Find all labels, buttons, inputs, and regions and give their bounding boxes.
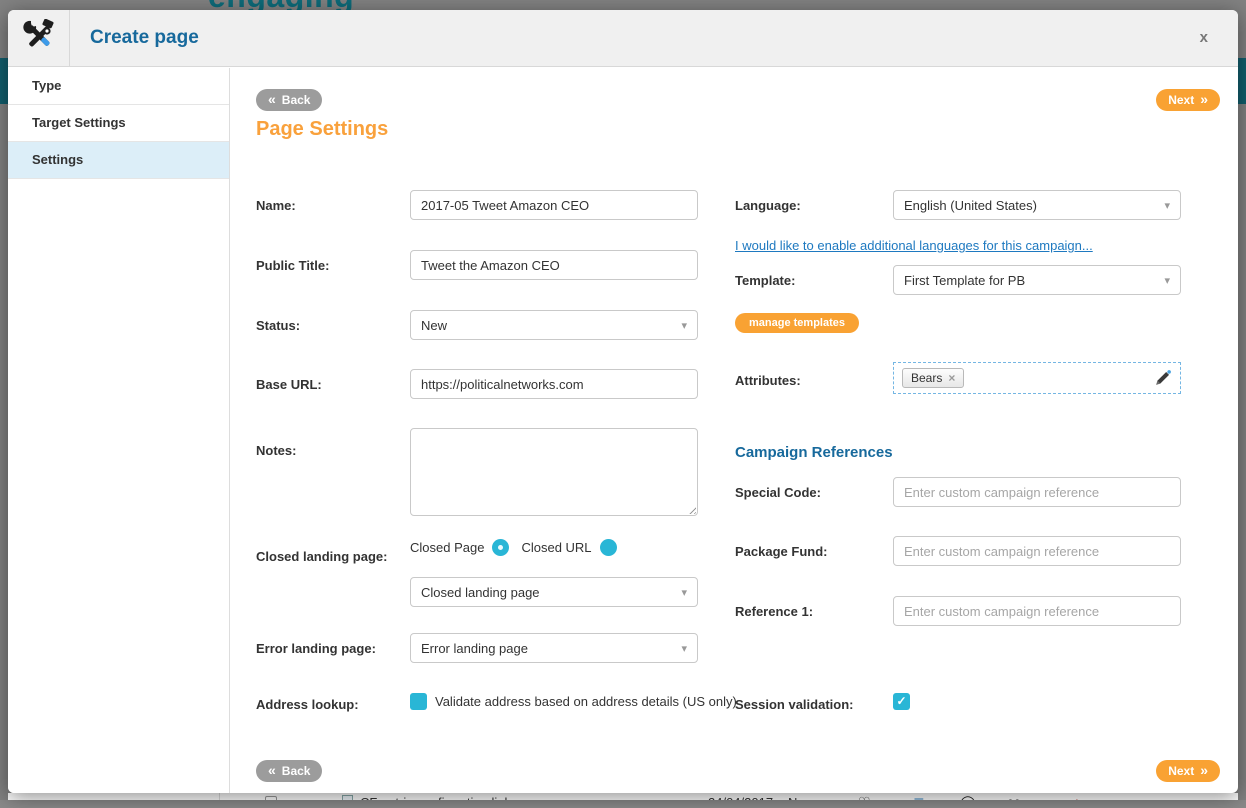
closed-page-option-label: Closed Page bbox=[410, 540, 484, 555]
settings-panel: « Back Next » Page Settings Name: Public… bbox=[231, 68, 1238, 793]
package-fund-label: Package Fund: bbox=[735, 544, 827, 559]
back-button-bottom[interactable]: « Back bbox=[256, 760, 322, 782]
closed-page-radio[interactable] bbox=[492, 539, 509, 556]
package-fund-input[interactable] bbox=[893, 536, 1181, 566]
double-chevron-right-icon: » bbox=[1200, 92, 1208, 106]
status-select[interactable]: New ▾ bbox=[410, 310, 698, 340]
reference-1-label: Reference 1: bbox=[735, 604, 813, 619]
error-landing-label: Error landing page: bbox=[256, 641, 376, 656]
error-landing-select-value: Error landing page bbox=[421, 641, 528, 656]
address-lookup-text: Validate address based on address detail… bbox=[435, 694, 737, 709]
attributes-field[interactable]: Bears × bbox=[893, 362, 1181, 394]
campaign-references-heading: Campaign References bbox=[735, 444, 893, 461]
double-chevron-left-icon: « bbox=[268, 92, 276, 106]
pencil-icon[interactable] bbox=[1154, 369, 1172, 387]
chevron-down-icon: ▾ bbox=[1164, 274, 1170, 287]
modal-header: Create page x bbox=[8, 10, 1238, 67]
template-label: Template: bbox=[735, 273, 795, 288]
back-button-label: Back bbox=[282, 764, 311, 778]
check-icon: ✓ bbox=[896, 694, 906, 708]
attribute-tag: Bears × bbox=[902, 368, 964, 388]
error-landing-select[interactable]: Error landing page ▾ bbox=[410, 633, 698, 663]
reference-1-input[interactable] bbox=[893, 596, 1181, 626]
close-icon[interactable]: x bbox=[1200, 29, 1208, 46]
remove-tag-icon[interactable]: × bbox=[948, 371, 955, 385]
sidebar-item-type[interactable]: Type bbox=[8, 68, 229, 105]
closed-url-radio[interactable] bbox=[600, 539, 617, 556]
create-page-modal: Create page x Type Target Settings Setti… bbox=[8, 10, 1238, 793]
language-label: Language: bbox=[735, 198, 801, 213]
closed-landing-select-value: Closed landing page bbox=[421, 585, 540, 600]
chevron-down-icon: ▾ bbox=[681, 642, 687, 655]
closed-landing-label: Closed landing page: bbox=[256, 549, 387, 564]
modal-body: Type Target Settings Settings « Back Nex… bbox=[8, 68, 1238, 793]
attribute-tag-label: Bears bbox=[911, 371, 942, 385]
base-url-input[interactable] bbox=[410, 369, 698, 399]
chevron-down-icon: ▾ bbox=[1164, 199, 1170, 212]
name-label: Name: bbox=[256, 198, 296, 213]
special-code-input[interactable] bbox=[893, 477, 1181, 507]
language-select[interactable]: English (United States) ▾ bbox=[893, 190, 1181, 220]
notes-textarea[interactable] bbox=[410, 428, 698, 516]
address-lookup-checkbox[interactable] bbox=[410, 693, 427, 710]
next-button-label: Next bbox=[1168, 764, 1194, 778]
notes-label: Notes: bbox=[256, 443, 296, 458]
sidebar-item-label: Target Settings bbox=[32, 115, 126, 130]
sidebar-item-label: Type bbox=[32, 78, 61, 93]
chevron-down-icon: ▾ bbox=[681, 586, 687, 599]
sidebar-item-settings[interactable]: Settings bbox=[8, 142, 229, 179]
template-select[interactable]: First Template for PB ▾ bbox=[893, 265, 1181, 295]
sidebar-item-target-settings[interactable]: Target Settings bbox=[8, 105, 229, 142]
closed-landing-select[interactable]: Closed landing page ▾ bbox=[410, 577, 698, 607]
double-chevron-right-icon: » bbox=[1200, 763, 1208, 777]
name-input[interactable] bbox=[410, 190, 698, 220]
additional-languages-link[interactable]: I would like to enable additional langua… bbox=[735, 238, 1093, 253]
modal-icon-cell bbox=[8, 10, 70, 67]
chevron-down-icon: ▾ bbox=[681, 319, 687, 332]
sidebar-item-label: Settings bbox=[32, 152, 83, 167]
public-title-label: Public Title: bbox=[256, 258, 329, 273]
back-button-label: Back bbox=[282, 93, 311, 107]
back-button-top[interactable]: « Back bbox=[256, 89, 322, 111]
session-validation-checkbox[interactable]: ✓ bbox=[893, 693, 910, 710]
modal-title: Create page bbox=[90, 27, 199, 49]
base-url-label: Base URL: bbox=[256, 377, 322, 392]
session-validation-label: Session validation: bbox=[735, 697, 853, 712]
template-select-value: First Template for PB bbox=[904, 273, 1025, 288]
next-button-bottom[interactable]: Next » bbox=[1156, 760, 1220, 782]
status-select-value: New bbox=[421, 318, 447, 333]
screen: engaging CF opt-in confirmation link 24/… bbox=[0, 0, 1246, 808]
attributes-label: Attributes: bbox=[735, 373, 801, 388]
address-lookup-row: Validate address based on address detail… bbox=[410, 693, 737, 710]
closed-url-option-label: Closed URL bbox=[521, 540, 591, 555]
address-lookup-label: Address lookup: bbox=[256, 697, 359, 712]
background-footer-bar bbox=[0, 800, 1246, 808]
closed-landing-radio-group: Closed Page Closed URL bbox=[410, 539, 617, 556]
next-button-top[interactable]: Next » bbox=[1156, 89, 1220, 111]
tools-icon bbox=[21, 19, 57, 58]
double-chevron-left-icon: « bbox=[268, 763, 276, 777]
manage-templates-label: manage templates bbox=[749, 317, 845, 329]
public-title-input[interactable] bbox=[410, 250, 698, 280]
manage-templates-button[interactable]: manage templates bbox=[735, 313, 859, 333]
wizard-sidebar: Type Target Settings Settings bbox=[8, 68, 230, 793]
next-button-label: Next bbox=[1168, 93, 1194, 107]
page-title: Page Settings bbox=[256, 118, 388, 141]
status-label: Status: bbox=[256, 318, 300, 333]
special-code-label: Special Code: bbox=[735, 485, 821, 500]
language-select-value: English (United States) bbox=[904, 198, 1037, 213]
